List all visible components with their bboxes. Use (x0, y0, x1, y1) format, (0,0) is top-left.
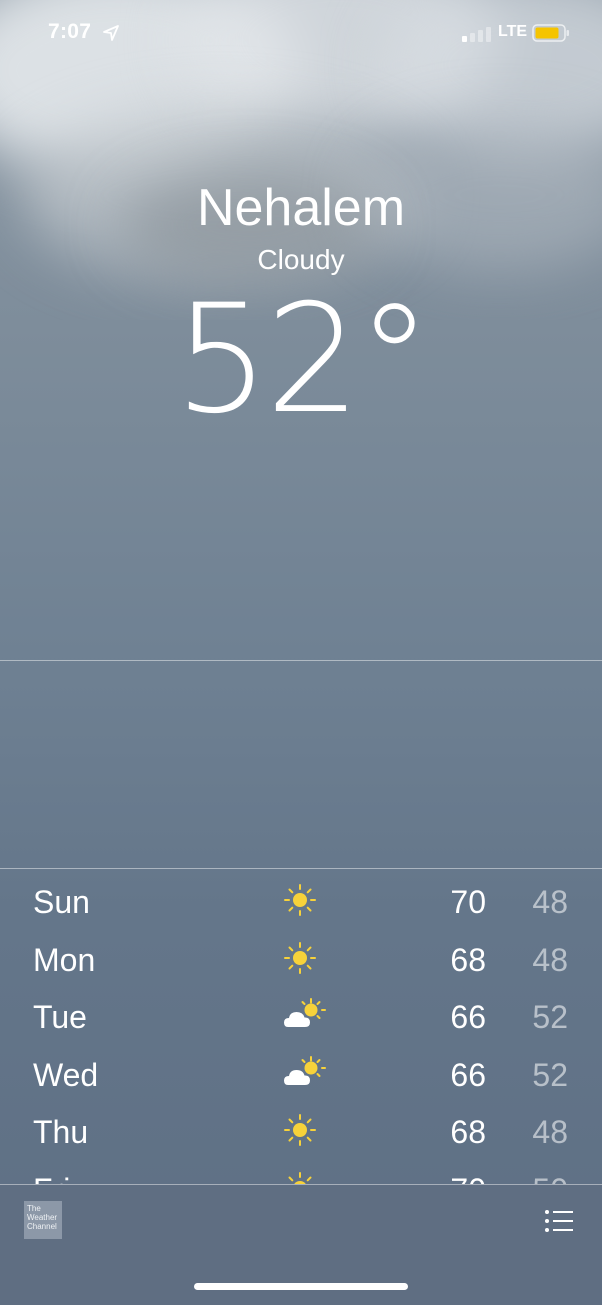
high-temp: 68 (450, 1114, 486, 1150)
logo-line: Channel (27, 1222, 57, 1231)
hourly-forecast-panel[interactable] (0, 660, 602, 869)
forecast-row: Thu 68 48 (0, 1098, 602, 1156)
home-indicator[interactable] (194, 1283, 408, 1290)
city-name: Nehalem (196, 179, 406, 237)
sun-icon (282, 940, 326, 976)
partly-cloudy-icon (282, 1055, 326, 1091)
temperature-value: 52 (174, 273, 361, 447)
high-temp: 70 (420, 1170, 486, 1185)
high-temp: 70 (450, 884, 486, 920)
cellular-signal-icon (462, 27, 491, 42)
low-temp: 48 (532, 884, 568, 920)
low-temp: 52 (532, 999, 568, 1035)
logo-line: Weather (27, 1213, 58, 1222)
forecast-row: Tue 66 52 (0, 983, 602, 1041)
city-list-icon[interactable] (544, 1209, 574, 1233)
forecast-row: Wed 66 52 (0, 1041, 602, 1099)
day-name: Thu (33, 1114, 89, 1150)
logo-line: The (27, 1204, 41, 1213)
high-temp: 66 (450, 1056, 486, 1093)
sun-icon (282, 1112, 326, 1148)
network-type: LTE (498, 23, 528, 40)
status-time: 7:07 (48, 20, 92, 43)
degree-symbol: ° (356, 273, 432, 447)
forecast-row: Mon 68 48 (0, 926, 602, 984)
day-name: Mon (33, 941, 96, 978)
day-name: Fri (33, 1170, 70, 1185)
forecast-row: Sun 70 48 (0, 868, 602, 926)
high-temp: 66 (450, 999, 486, 1035)
forecast-row: Fri 70 50 (0, 1156, 602, 1185)
high-temp: 68 (450, 941, 486, 978)
low-temp: 48 (532, 941, 568, 978)
weather-channel-logo[interactable]: The Weather Channel (24, 1201, 62, 1239)
low-temp: 48 (532, 1114, 568, 1150)
bottom-toolbar: The Weather Channel (0, 1184, 602, 1305)
day-name: Wed (33, 1056, 99, 1093)
day-name: Tue (33, 999, 87, 1035)
current-temperature: 52° (0, 280, 602, 440)
location-arrow-icon (103, 25, 119, 41)
sun-icon (282, 882, 326, 918)
sun-icon (282, 1170, 326, 1185)
low-temp: 52 (532, 1056, 568, 1093)
status-bar: 7:07 LTE (0, 0, 602, 66)
low-temp: 50 (504, 1170, 568, 1185)
partly-cloudy-icon (282, 997, 326, 1033)
day-name: Sun (33, 884, 90, 920)
battery-icon (532, 24, 569, 42)
daily-forecast-list[interactable]: Sun 70 48 Mon 68 48 Tue 66 52 Wed 66 52 … (0, 868, 602, 1184)
